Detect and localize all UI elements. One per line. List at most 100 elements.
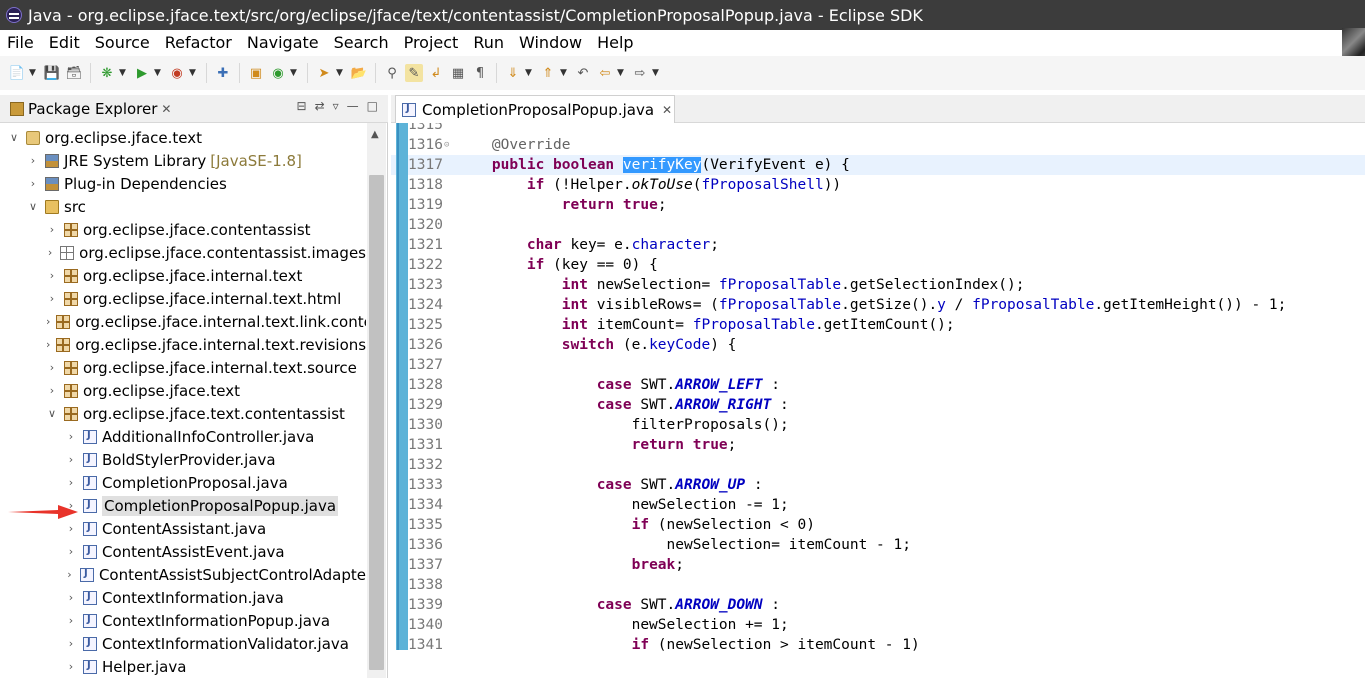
code-area[interactable]: 1315 1316 ⊝ @Override 1317 public boolean v…: [391, 123, 1365, 678]
new-icon[interactable]: 📄: [8, 64, 26, 82]
chevron-right-icon[interactable]: ›: [46, 246, 54, 259]
external-tools-dropdown-icon[interactable]: ▼: [188, 64, 197, 82]
chevron-down-icon[interactable]: ∨: [27, 200, 39, 213]
chevron-right-icon[interactable]: ›: [65, 660, 77, 673]
code-line[interactable]: 1330 filterProposals();: [391, 415, 1365, 435]
next-annotation-icon[interactable]: ⇓: [504, 64, 522, 82]
code-line[interactable]: 1341 if (newSelection > itemCount - 1): [391, 635, 1365, 655]
previous-annotation-dropdown-icon[interactable]: ▼: [559, 64, 568, 82]
scrollbar-thumb[interactable]: [369, 175, 384, 670]
tree-item[interactable]: › CompletionProposal.java: [0, 471, 366, 494]
menu-search[interactable]: Search: [334, 33, 389, 52]
chevron-right-icon[interactable]: ›: [46, 338, 50, 351]
chevron-right-icon[interactable]: ›: [27, 177, 39, 190]
toggle-highlight-icon[interactable]: ✎: [405, 64, 423, 82]
tree-item[interactable]: › ContentAssistEvent.java: [0, 540, 366, 563]
open-task-icon[interactable]: 📂: [350, 64, 368, 82]
skip-breakpoints-icon[interactable]: ✚: [214, 64, 232, 82]
code-line[interactable]: 1322 if (key == 0) {: [391, 255, 1365, 275]
tree-item[interactable]: › ContextInformationValidator.java: [0, 632, 366, 655]
code-line[interactable]: 1315: [391, 123, 1365, 135]
menu-source[interactable]: Source: [95, 33, 150, 52]
chevron-right-icon[interactable]: ›: [46, 361, 58, 374]
chevron-right-icon[interactable]: ›: [65, 522, 77, 535]
forward-dropdown-icon[interactable]: ▼: [651, 64, 660, 82]
scroll-up-icon[interactable]: ▲: [371, 129, 379, 140]
code-line[interactable]: 1320: [391, 215, 1365, 235]
tree-item[interactable]: › ContentAssistSubjectControlAdapte: [0, 563, 366, 586]
chevron-right-icon[interactable]: ›: [46, 269, 58, 282]
menu-file[interactable]: File: [7, 33, 34, 52]
code-line[interactable]: 1317 public boolean verifyKey(VerifyEven…: [391, 155, 1365, 175]
code-line[interactable]: 1318 if (!Helper.okToUse(fProposalShell)…: [391, 175, 1365, 195]
code-line[interactable]: 1332: [391, 455, 1365, 475]
tree-item[interactable]: › ContextInformationPopup.java: [0, 609, 366, 632]
new-dropdown-icon[interactable]: ▼: [28, 64, 37, 82]
collapse-all-icon[interactable]: ⊟: [297, 99, 307, 113]
chevron-right-icon[interactable]: ›: [65, 453, 77, 466]
package-explorer-tab[interactable]: Package Explorer ✕ ⊟ ⇄ ▿ — □: [0, 95, 388, 123]
code-line[interactable]: 1339 case SWT.ARROW_DOWN :: [391, 595, 1365, 615]
run-dropdown-icon[interactable]: ▼: [153, 64, 162, 82]
code-line[interactable]: 1331 return true;: [391, 435, 1365, 455]
toggle-mark-occurrences-icon[interactable]: ⚲: [383, 64, 401, 82]
code-line[interactable]: 1328 case SWT.ARROW_LEFT :: [391, 375, 1365, 395]
tree-item[interactable]: ∨ org.eclipse.jface.text: [0, 126, 366, 149]
tree-item[interactable]: › ContextInformation.java: [0, 586, 366, 609]
chevron-right-icon[interactable]: ›: [65, 430, 77, 443]
toggle-block-selection-icon[interactable]: ▦: [449, 64, 467, 82]
fold-collapse-icon[interactable]: ⊝: [444, 140, 449, 150]
chevron-right-icon[interactable]: ›: [65, 568, 74, 581]
link-with-editor-icon[interactable]: ⇄: [315, 99, 325, 113]
chevron-right-icon[interactable]: ›: [27, 154, 39, 167]
tree-item[interactable]: › AdditionalInfoController.java: [0, 425, 366, 448]
code-line[interactable]: 1335 if (newSelection < 0): [391, 515, 1365, 535]
code-line[interactable]: 1324 int visibleRows= (fProposalTable.ge…: [391, 295, 1365, 315]
next-annotation-dropdown-icon[interactable]: ▼: [524, 64, 533, 82]
chevron-right-icon[interactable]: ›: [65, 614, 77, 627]
save-all-icon[interactable]: 🗃: [65, 64, 83, 82]
tree-scrollbar[interactable]: ▲: [367, 123, 386, 678]
code-line[interactable]: 1325 int itemCount= fProposalTable.getIt…: [391, 315, 1365, 335]
tree-item[interactable]: › Plug-in Dependencies: [0, 172, 366, 195]
previous-annotation-icon[interactable]: ⇑: [539, 64, 557, 82]
code-line[interactable]: 1329 case SWT.ARROW_RIGHT :: [391, 395, 1365, 415]
tree-item[interactable]: › org.eclipse.jface.internal.text.link.co…: [0, 310, 366, 333]
save-icon[interactable]: 💾: [43, 64, 61, 82]
tree-item[interactable]: › Helper.java: [0, 655, 366, 678]
open-type-dropdown-icon[interactable]: ▼: [335, 64, 344, 82]
menu-edit[interactable]: Edit: [49, 33, 80, 52]
tree-item[interactable]: › ContentAssistant.java: [0, 517, 366, 540]
tree-item[interactable]: › org.eclipse.jface.internal.text.html: [0, 287, 366, 310]
tree-item[interactable]: › org.eclipse.jface.internal.text: [0, 264, 366, 287]
code-line[interactable]: 1316 ⊝ @Override: [391, 135, 1365, 155]
menu-navigate[interactable]: Navigate: [247, 33, 319, 52]
code-line[interactable]: 1327: [391, 355, 1365, 375]
chevron-down-icon[interactable]: ∨: [46, 407, 58, 420]
code-line[interactable]: 1337 break;: [391, 555, 1365, 575]
chevron-right-icon[interactable]: ›: [46, 384, 58, 397]
debug-icon[interactable]: ❋: [98, 64, 116, 82]
code-line[interactable]: 1334 newSelection -= 1;: [391, 495, 1365, 515]
run-icon[interactable]: ▶: [133, 64, 151, 82]
open-type-icon[interactable]: ➤: [315, 64, 333, 82]
new-java-class-icon[interactable]: ◉: [269, 64, 287, 82]
external-tools-icon[interactable]: ◉: [168, 64, 186, 82]
chevron-right-icon[interactable]: ›: [65, 476, 77, 489]
show-whitespace-icon[interactable]: ¶: [471, 64, 489, 82]
new-class-dropdown-icon[interactable]: ▼: [289, 64, 298, 82]
back-dropdown-icon[interactable]: ▼: [616, 64, 625, 82]
tree-item[interactable]: › org.eclipse.jface.contentassist.images: [0, 241, 366, 264]
debug-dropdown-icon[interactable]: ▼: [118, 64, 127, 82]
code-line[interactable]: 1333 case SWT.ARROW_UP :: [391, 475, 1365, 495]
code-line[interactable]: 1319 return true;: [391, 195, 1365, 215]
code-line[interactable]: 1323 int newSelection= fProposalTable.ge…: [391, 275, 1365, 295]
code-line[interactable]: 1326 switch (e.keyCode) {: [391, 335, 1365, 355]
tree-item[interactable]: ∨ org.eclipse.jface.text.contentassist: [0, 402, 366, 425]
minimize-icon[interactable]: —: [347, 99, 359, 113]
tree-item[interactable]: ∨ src: [0, 195, 366, 218]
tree-item[interactable]: › org.eclipse.jface.contentassist: [0, 218, 366, 241]
last-edit-location-icon[interactable]: ↶: [574, 64, 592, 82]
chevron-right-icon[interactable]: ›: [46, 315, 50, 328]
menu-project[interactable]: Project: [404, 33, 459, 52]
